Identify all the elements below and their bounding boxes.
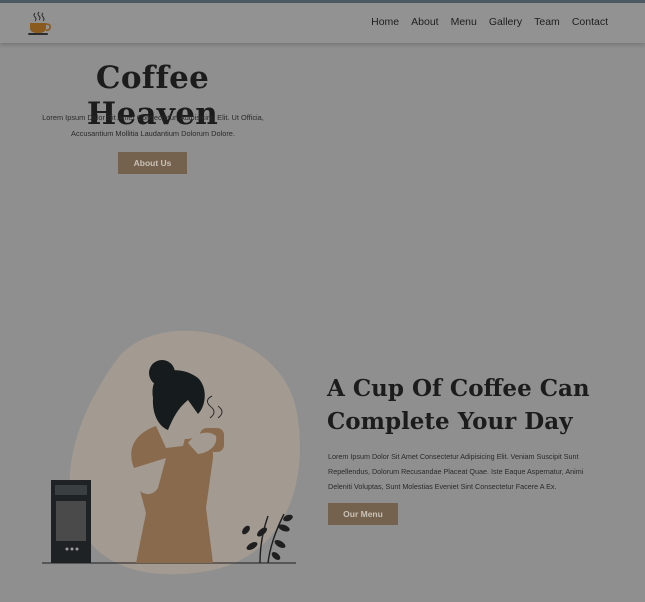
about-us-button[interactable]: About Us xyxy=(118,152,187,174)
nav-links: Home About Menu Gallery Team Contact xyxy=(371,16,608,28)
about-section-title: A Cup Of Coffee Can Complete Your Day xyxy=(327,375,590,435)
nav-link-home[interactable]: Home xyxy=(371,16,399,28)
nav-link-menu[interactable]: Menu xyxy=(451,16,477,28)
coffee-cup-icon[interactable] xyxy=(26,11,52,37)
our-menu-button[interactable]: Our Menu xyxy=(328,503,398,525)
nav-link-gallery[interactable]: Gallery xyxy=(489,16,522,28)
nav-link-team[interactable]: Team xyxy=(534,16,560,28)
hero-text: Lorem Ipsum Dolor Sit Amet Consectetur, … xyxy=(42,113,264,138)
about-section-text: Lorem Ipsum Dolor Sit Amet Consectetur A… xyxy=(328,452,584,491)
coffee-machine xyxy=(51,480,91,563)
nav-link-contact[interactable]: Contact xyxy=(572,16,608,28)
nav-link-about[interactable]: About xyxy=(411,16,438,28)
woman-drinking-coffee-illustration xyxy=(42,330,300,575)
navbar: Home About Menu Gallery Team Contact xyxy=(0,3,645,43)
